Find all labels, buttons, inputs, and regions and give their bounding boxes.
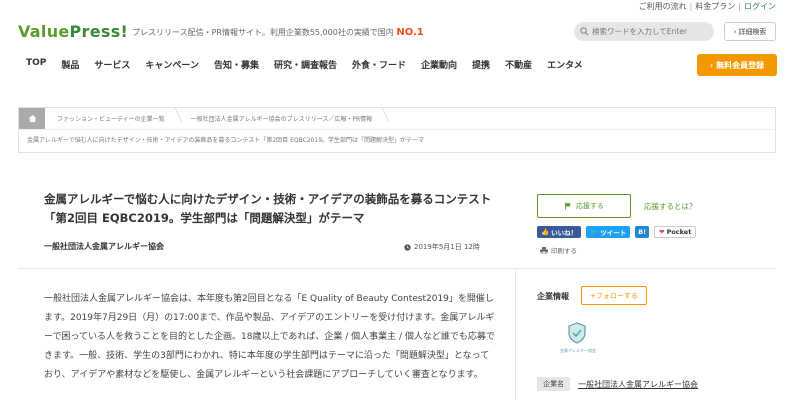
shield-icon: [568, 322, 586, 344]
column-divider: [515, 268, 516, 400]
breadcrumb-item[interactable]: 一般社団法人金属アレルギー協会のプレスリリース／広報・PR情報: [179, 114, 387, 123]
pocket-button[interactable]: ❤ Pocket: [654, 226, 697, 238]
nav-item-research[interactable]: 研究・調査報告: [274, 58, 337, 71]
tweet-button[interactable]: 🐦 ツイート: [586, 226, 631, 238]
nav-item-corporate[interactable]: 企業動向: [421, 58, 457, 71]
nav-item-announcements[interactable]: 告知・募集: [214, 58, 259, 71]
nav-item-services[interactable]: サービス: [94, 58, 130, 71]
like-label: いいね！: [551, 229, 578, 237]
nav-item-products[interactable]: 製品: [61, 58, 79, 71]
social-buttons: 👍 いいね！ 🐦 ツイート B! ❤ Pocket: [537, 226, 697, 238]
nav-item-partnership[interactable]: 提携: [472, 58, 490, 71]
thumbs-up-icon: 👍: [541, 228, 550, 236]
tweet-label: ツイート: [600, 229, 627, 237]
breadcrumb-row: ファッション・ビューティーの企業一覧 一般社団法人金属アレルギー協会のプレスリリ…: [19, 108, 775, 130]
separator: |: [689, 1, 693, 11]
pocket-icon: ❤: [659, 228, 665, 236]
tagline: プレスリリース配信・PR情報サイト。利用企業数55,000社の実績で国内 NO.…: [132, 27, 424, 38]
search-box[interactable]: [574, 22, 714, 41]
chevron-right-icon: ›: [733, 27, 737, 36]
site-logo[interactable]: ValuePress!: [18, 22, 128, 41]
price-link[interactable]: 料金プラン: [695, 1, 735, 12]
breadcrumb-home[interactable]: [19, 108, 45, 129]
separator: |: [738, 1, 741, 11]
logo-value: Value: [18, 22, 70, 41]
cheer-what-link[interactable]: 応援するとは？: [644, 201, 697, 212]
nav-list: TOP 製品 サービス キャンペーン 告知・募集 研究・調査報告 外食・フード …: [26, 58, 598, 71]
advanced-search-label: 詳細検索: [738, 27, 767, 36]
corp-logo[interactable]: 金属アレルギー協会: [555, 322, 601, 358]
article-org[interactable]: 一般社団法人金属アレルギー協会: [44, 241, 164, 252]
search-input[interactable]: [592, 27, 710, 36]
pocket-label: Pocket: [666, 228, 692, 236]
print-button[interactable]: 印刷する: [540, 245, 577, 255]
tagline-no1: NO.1: [396, 27, 424, 38]
follow-button[interactable]: +フォローする: [581, 286, 647, 305]
clock-icon: [404, 243, 411, 251]
breadcrumb-item[interactable]: ファッション・ビューティーの企業一覧: [45, 114, 179, 123]
article-body: 一般社団法人金属アレルギー協会は、本年度も第2回目となる「E Quality o…: [44, 294, 495, 380]
search-icon: [580, 27, 589, 36]
corp-info-heading: 企業情報: [537, 292, 569, 301]
article-title: 金属アレルギーで悩む人に向けたデザイン・技術・アイデアの装飾品を募るコンテスト「…: [44, 192, 492, 225]
nav-item-realestate[interactable]: 不動産: [505, 58, 532, 71]
tagline-text: プレスリリース配信・PR情報サイト。利用企業数55,000社の実績で国内: [132, 28, 394, 37]
corp-name-link[interactable]: 一般社団法人金属アレルギー協会: [578, 379, 698, 390]
date-text: 2019年5月1日 12時: [414, 243, 480, 251]
logo-press: Press!: [69, 22, 129, 41]
advanced-search-button[interactable]: › 詳細検索: [724, 22, 776, 41]
signup-label: 無料会員登録: [716, 60, 765, 70]
breadcrumb-current: 金属アレルギーで悩む人に向けたデザイン・技術・アイデアの装飾品を募るコンテスト「…: [27, 137, 425, 144]
site-header: ValuePress! プレスリリース配信・PR情報サイト。利用企業数55,00…: [0, 18, 790, 46]
printer-icon: [540, 246, 548, 254]
article-date: 2019年5月1日 12時: [404, 242, 480, 252]
signup-button[interactable]: › 無料会員登録: [697, 54, 777, 76]
home-icon: [27, 114, 37, 123]
corp-name-row: 企業名 一般社団法人金属アレルギー協会: [537, 377, 698, 391]
login-link[interactable]: ログイン: [744, 1, 776, 12]
hatena-bookmark-button[interactable]: B!: [635, 226, 650, 238]
nav-item-campaign[interactable]: キャンペーン: [145, 58, 199, 71]
main-nav: TOP 製品 サービス キャンペーン 告知・募集 研究・調査報告 外食・フード …: [0, 54, 790, 76]
flow-link[interactable]: ご利用の流れ: [639, 1, 687, 12]
cheer-label: 応援する: [576, 202, 604, 210]
nav-item-food[interactable]: 外食・フード: [352, 58, 406, 71]
corp-logo-caption: 金属アレルギー協会: [560, 348, 596, 353]
print-label: 印刷する: [551, 247, 577, 255]
chevron-right-icon: ›: [709, 60, 714, 70]
cheer-button[interactable]: 応援する: [537, 194, 631, 218]
corp-name-label: 企業名: [537, 377, 570, 391]
twitter-bird-icon: 🐦: [590, 228, 599, 236]
facebook-like-button[interactable]: 👍 いいね！: [537, 226, 582, 238]
nav-item-top[interactable]: TOP: [26, 58, 46, 71]
nav-item-entertainment[interactable]: エンタメ: [547, 58, 583, 71]
flag-icon: [565, 202, 571, 210]
utility-links: ご利用の流れ | 料金プラン | ログイン: [639, 0, 776, 12]
breadcrumb: ファッション・ビューティーの企業一覧 一般社団法人金属アレルギー協会のプレスリリ…: [18, 107, 776, 153]
divider: [18, 268, 776, 269]
